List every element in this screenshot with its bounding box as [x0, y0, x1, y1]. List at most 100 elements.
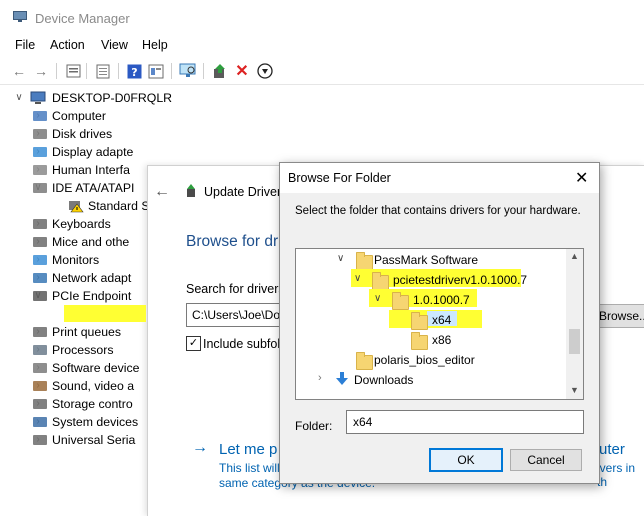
toolbar-separator: [56, 63, 57, 79]
forward-arrow-icon[interactable]: →: [32, 62, 50, 80]
chevron-down-icon[interactable]: ∨: [337, 253, 344, 264]
dialog-instruction: Select the folder that contains drivers …: [295, 205, 581, 217]
display-icon: [33, 147, 47, 157]
tree-item[interactable]: ›Computer: [0, 107, 150, 125]
tree-item[interactable]: ›Software device: [0, 359, 150, 377]
warning-device-icon: [69, 201, 84, 213]
tree-item[interactable]: Standard Sa: [0, 197, 156, 215]
tree-item-label: Monitors: [52, 253, 100, 267]
description-line-1-tail: ivers in th: [597, 461, 636, 489]
browse-button-label: Browse...: [599, 309, 644, 323]
folder-icon: [392, 292, 409, 310]
cancel-button[interactable]: Cancel: [510, 449, 582, 471]
menu-help[interactable]: Help: [142, 38, 168, 52]
help-icon[interactable]: ?: [125, 62, 143, 80]
scroll-up-icon[interactable]: ▲: [570, 251, 579, 261]
highlight-marker: [64, 305, 146, 322]
tree-item[interactable]: ›Sound, video a: [0, 377, 150, 395]
tree-item-label: Print queues: [52, 325, 122, 339]
scroll-down-icon[interactable]: ▼: [570, 385, 579, 395]
tree-root-label: DESKTOP-D0FRQLR: [52, 91, 173, 105]
tree-item[interactable]: ›System devices: [0, 413, 150, 431]
tree-item[interactable]: ›Processors: [0, 341, 150, 359]
scrollbar-thumb[interactable]: [569, 329, 580, 354]
toolbar: ← → ? ✕: [0, 58, 644, 85]
tree-item[interactable]: ›Universal Seria: [0, 431, 150, 449]
dialog-title-bar: Browse For Folder ✕: [280, 163, 599, 193]
folder-item-polaris[interactable]: polaris_bios_editor: [374, 353, 475, 367]
include-subfolders-checkbox[interactable]: ✓: [186, 336, 201, 351]
ok-button[interactable]: OK: [429, 448, 503, 472]
view-icon[interactable]: [147, 62, 165, 80]
chevron-right-icon[interactable]: ›: [318, 372, 322, 384]
browse-button[interactable]: Browse...: [598, 304, 644, 328]
back-arrow-icon[interactable]: ←: [10, 62, 28, 80]
close-icon[interactable]: ✕: [575, 168, 588, 188]
menu-view[interactable]: View: [101, 38, 128, 52]
uninstall-icon[interactable]: ✕: [233, 62, 251, 80]
tree-item-label: IDE ATA/ATAPI: [52, 181, 135, 195]
folder-item-pcietestdriver[interactable]: pcietestdriverv1.0.1000.7: [393, 273, 527, 287]
tree-item-label: Display adapte: [52, 145, 134, 159]
show-hidden-icon[interactable]: [94, 62, 112, 80]
properties-icon[interactable]: [64, 62, 82, 80]
usb-icon: [33, 435, 47, 445]
dialog-title: Browse For Folder: [288, 171, 391, 185]
menu-action[interactable]: Action: [50, 38, 85, 52]
keyboard-icon: [33, 219, 47, 229]
tree-item[interactable]: ›Print queues: [0, 323, 150, 341]
update-driver-icon[interactable]: [211, 62, 229, 80]
folder-icon: [411, 332, 428, 350]
include-subfolders-label: Include subfold: [203, 337, 288, 351]
folder-name-value: x64: [353, 415, 373, 429]
tree-item[interactable]: ›Keyboards: [0, 215, 150, 233]
let-me-pick-link-tail[interactable]: uter: [599, 441, 625, 458]
tree-item-label: Computer: [52, 109, 106, 123]
arrow-right-icon: →: [192, 439, 208, 456]
folder-item-passmark[interactable]: PassMark Software: [374, 253, 478, 267]
tree-item-label: Disk drives: [52, 127, 113, 141]
pcie-icon: [33, 291, 47, 301]
tree-item[interactable]: ›Human Interfa: [0, 161, 150, 179]
tree-item[interactable]: ›Network adapt: [0, 269, 150, 287]
tree-item[interactable]: ›Monitors: [0, 251, 150, 269]
menu-file[interactable]: File: [15, 38, 35, 52]
software-icon: [33, 363, 47, 373]
tree-item[interactable]: ∨PCIe Endpoint: [0, 287, 150, 305]
disable-icon[interactable]: [256, 62, 274, 80]
hid-icon: [33, 165, 47, 175]
folder-item-downloads[interactable]: Downloads: [354, 373, 413, 387]
folder-item-x64[interactable]: x64: [432, 313, 451, 327]
cancel-button-label: Cancel: [527, 453, 565, 467]
folder-tree[interactable]: ∨ PassMark Software ∨ pcietestdriverv1.0…: [295, 248, 584, 400]
scan-hardware-icon[interactable]: [179, 62, 197, 80]
folder-item-version[interactable]: 1.0.1000.7: [413, 293, 470, 307]
storage-icon: [33, 399, 47, 409]
back-arrow-icon[interactable]: ←: [154, 183, 170, 201]
device-manager-icon: [13, 11, 27, 22]
tree-item-label: Mice and othe: [52, 235, 130, 249]
tree-item[interactable]: ∨IDE ATA/ATAPI: [0, 179, 150, 197]
downloads-icon: [336, 372, 348, 385]
tree-root[interactable]: ∨ DESKTOP-D0FRQLR: [0, 89, 200, 107]
folder-name-input[interactable]: x64: [346, 410, 584, 434]
tree-item[interactable]: ›Mice and othe: [0, 233, 150, 251]
chevron-down-icon[interactable]: ∨: [14, 89, 24, 107]
tree-item-label: PCIe Endpoint: [52, 289, 132, 303]
tree-item-label: Network adapt: [52, 271, 132, 285]
folder-item-x86[interactable]: x86: [432, 333, 451, 347]
tree-item-label: Keyboards: [52, 217, 111, 231]
folder-icon: [356, 252, 373, 270]
tree-item[interactable]: ›Storage contro: [0, 395, 150, 413]
tree-item[interactable]: ›Display adapte: [0, 143, 150, 161]
ok-button-label: OK: [457, 453, 475, 467]
tree-item[interactable]: ›Disk drives: [0, 125, 150, 143]
mouse-icon: [33, 237, 47, 247]
disk-icon: [33, 129, 47, 139]
update-driver-icon: [187, 184, 195, 197]
let-me-pick-link[interactable]: Let me p: [219, 441, 277, 458]
chevron-down-icon[interactable]: ∨: [374, 293, 381, 304]
menu-bar: File Action View Help: [0, 36, 644, 56]
scrollbar[interactable]: ▲ ▼: [566, 249, 583, 399]
chevron-down-icon[interactable]: ∨: [354, 273, 361, 284]
